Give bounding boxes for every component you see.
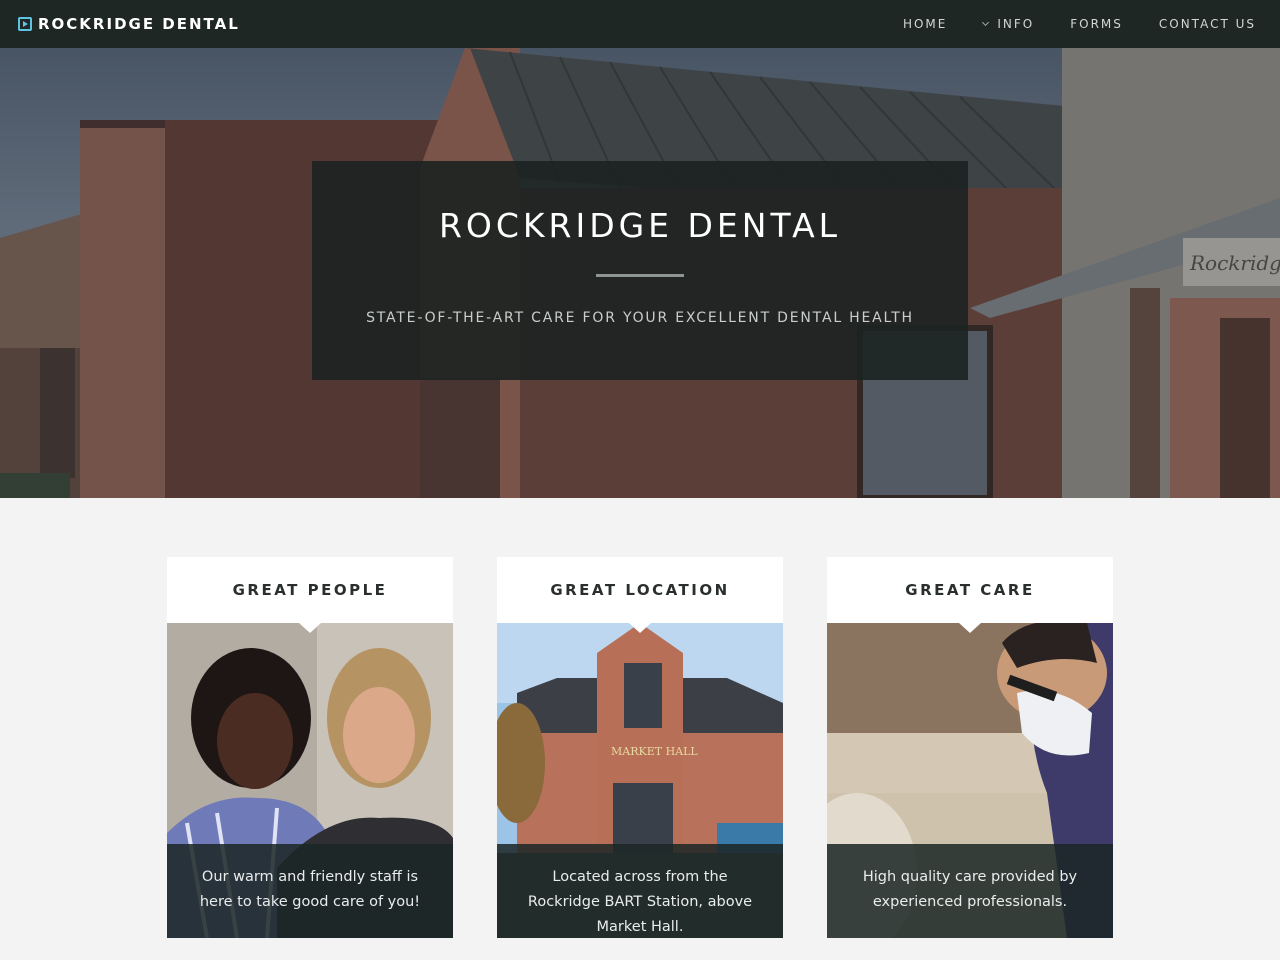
hero-banner: Rockridge ROCKRIDGE DENTAL STATE-OF-THE-…: [0, 48, 1280, 498]
card-title: GREAT CARE: [905, 581, 1035, 599]
card-pointer: [299, 623, 321, 633]
chevron-down-icon: [982, 18, 990, 27]
play-square-icon: [18, 17, 32, 31]
nav-info-label: INFO: [997, 17, 1035, 31]
nav-forms-link[interactable]: FORMS: [1052, 17, 1141, 31]
card-caption: High quality care provided by experience…: [827, 844, 1113, 938]
feature-card-location: GREAT LOCATION MARKET HALL Located acros…: [497, 557, 783, 938]
nav-forms-label: FORMS: [1070, 17, 1123, 31]
feature-card-care: GREAT CARE High quality care provided by…: [827, 557, 1113, 938]
market-hall-sign: MARKET HALL: [611, 745, 698, 758]
main-menu: HOME INFO FORMS CONTACT US: [885, 17, 1280, 31]
card-pointer: [959, 623, 981, 633]
nav-home-link[interactable]: HOME: [885, 17, 965, 31]
hero-title: ROCKRIDGE DENTAL: [438, 206, 842, 245]
nav-contact-label: CONTACT US: [1158, 17, 1256, 31]
hero-subtitle: STATE-OF-THE-ART CARE FOR YOUR EXCELLENT…: [366, 310, 914, 326]
nav-contact-link[interactable]: CONTACT US: [1141, 17, 1274, 31]
card-title: GREAT LOCATION: [550, 581, 730, 599]
nav-info-dropdown[interactable]: INFO: [965, 17, 1052, 31]
card-caption: Our warm and friendly staff is here to t…: [167, 844, 453, 938]
top-navbar: ROCKRIDGE DENTAL HOME INFO FORMS CONTACT…: [0, 0, 1280, 48]
brand-link[interactable]: ROCKRIDGE DENTAL: [0, 15, 240, 33]
hero-title-panel: ROCKRIDGE DENTAL STATE-OF-THE-ART CARE F…: [312, 161, 968, 380]
feature-card-people: GREAT PEOPLE Our warm and friendly staff…: [167, 557, 453, 938]
card-caption: Located across from the Rockridge BART S…: [497, 844, 783, 938]
hero-divider: [596, 274, 684, 277]
nav-home-label: HOME: [902, 17, 948, 31]
brand-name: ROCKRIDGE DENTAL: [38, 15, 240, 33]
card-title: GREAT PEOPLE: [232, 581, 388, 599]
card-pointer: [629, 623, 651, 633]
